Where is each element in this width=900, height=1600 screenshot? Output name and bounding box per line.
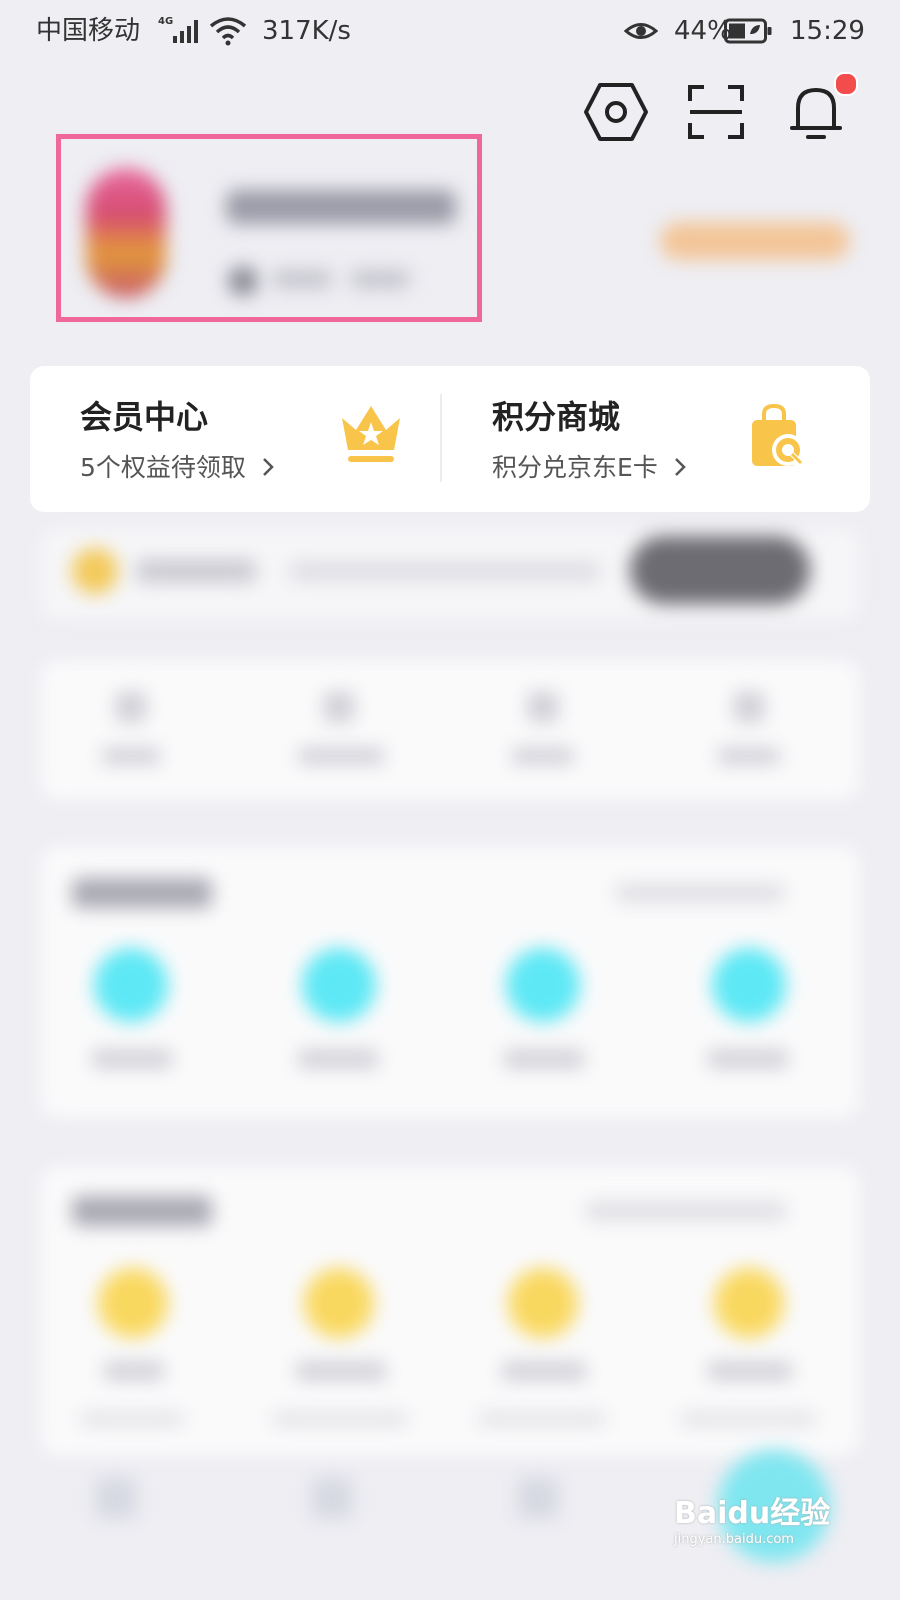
order-icon[interactable] bbox=[734, 692, 764, 722]
scan-icon[interactable] bbox=[680, 76, 752, 148]
settings-icon[interactable] bbox=[580, 76, 652, 148]
clock: 15:29 bbox=[790, 16, 865, 46]
bottom-item-icon[interactable] bbox=[312, 1478, 352, 1518]
bottom-item-icon[interactable] bbox=[518, 1478, 558, 1518]
bottom-item-icon[interactable] bbox=[96, 1478, 136, 1518]
section-more-blurred[interactable] bbox=[586, 1202, 786, 1220]
watermark-sub: jingyan.baidu.com bbox=[674, 1532, 794, 1547]
tool-label bbox=[104, 1362, 164, 1380]
order-icon[interactable] bbox=[324, 692, 354, 722]
order-label bbox=[718, 748, 780, 764]
status-bar: 中国移动 4G 317K/s 44% 15:29 bbox=[0, 0, 900, 62]
order-icon[interactable] bbox=[116, 692, 146, 722]
eye-comfort-icon bbox=[624, 23, 658, 39]
chevron-right-icon bbox=[262, 458, 274, 476]
tool-icon[interactable] bbox=[714, 1268, 784, 1338]
signal-icon bbox=[173, 20, 198, 43]
order-label bbox=[102, 748, 160, 764]
tool-sublabel bbox=[80, 1412, 184, 1426]
chevron-right-icon bbox=[674, 458, 686, 476]
order-label bbox=[298, 748, 384, 764]
service-icon[interactable] bbox=[302, 948, 376, 1022]
section-more-blurred[interactable] bbox=[616, 884, 784, 902]
tool-sublabel bbox=[680, 1412, 816, 1426]
service-icon[interactable] bbox=[506, 948, 580, 1022]
network-speed: 317K/s bbox=[262, 16, 351, 46]
battery-icon bbox=[724, 18, 772, 44]
tool-label bbox=[296, 1362, 386, 1380]
tool-sublabel bbox=[478, 1412, 606, 1426]
wifi-icon bbox=[209, 17, 247, 46]
promo-icon bbox=[72, 548, 118, 594]
order-panel-blurred bbox=[40, 660, 860, 800]
profile-highlight-box bbox=[56, 134, 482, 322]
service-icon[interactable] bbox=[712, 948, 786, 1022]
tool-icon[interactable] bbox=[98, 1268, 168, 1338]
tool-sublabel bbox=[272, 1412, 408, 1426]
crown-icon bbox=[342, 406, 400, 462]
tool-icon[interactable] bbox=[508, 1268, 578, 1338]
shopping-bag-icon bbox=[752, 404, 804, 466]
order-icon[interactable] bbox=[528, 692, 558, 722]
notification-dot bbox=[834, 72, 858, 96]
tool-label bbox=[708, 1362, 792, 1380]
watermark: Baidu经验 jingyan.baidu.com bbox=[674, 1488, 830, 1547]
promo-text-blurred bbox=[290, 562, 600, 580]
points-mall-subtitle-text: 积分兑京东E卡 bbox=[492, 453, 658, 482]
service-label bbox=[708, 1050, 788, 1068]
network-type: 4G bbox=[158, 16, 174, 27]
service-label bbox=[92, 1050, 172, 1068]
promo-text-blurred bbox=[136, 560, 256, 582]
tool-icon[interactable] bbox=[304, 1268, 374, 1338]
member-center-subtitle: 5个权益待领取 bbox=[80, 448, 276, 484]
order-label bbox=[512, 748, 574, 764]
carrier-name: 中国移动 bbox=[36, 16, 141, 46]
profile-action-blurred[interactable] bbox=[660, 222, 850, 260]
points-mall-title: 积分商城 bbox=[492, 398, 621, 436]
member-center-title: 会员中心 bbox=[80, 398, 209, 436]
tool-label bbox=[502, 1362, 586, 1380]
service-label bbox=[298, 1050, 378, 1068]
section-title-blurred bbox=[72, 878, 212, 908]
watermark-main: Baidu经验 bbox=[674, 1496, 831, 1531]
section-title-blurred bbox=[72, 1196, 212, 1226]
promo-button-blurred[interactable] bbox=[630, 536, 810, 604]
member-center-entry[interactable]: 会员中心 5个权益待领取 bbox=[30, 366, 440, 512]
service-icon[interactable] bbox=[94, 948, 168, 1022]
member-center-subtitle-text: 5个权益待领取 bbox=[80, 453, 246, 482]
points-mall-subtitle: 积分兑京东E卡 bbox=[492, 448, 688, 484]
service-label bbox=[504, 1050, 584, 1068]
points-mall-entry[interactable]: 积分商城 积分兑京东E卡 bbox=[442, 366, 870, 512]
